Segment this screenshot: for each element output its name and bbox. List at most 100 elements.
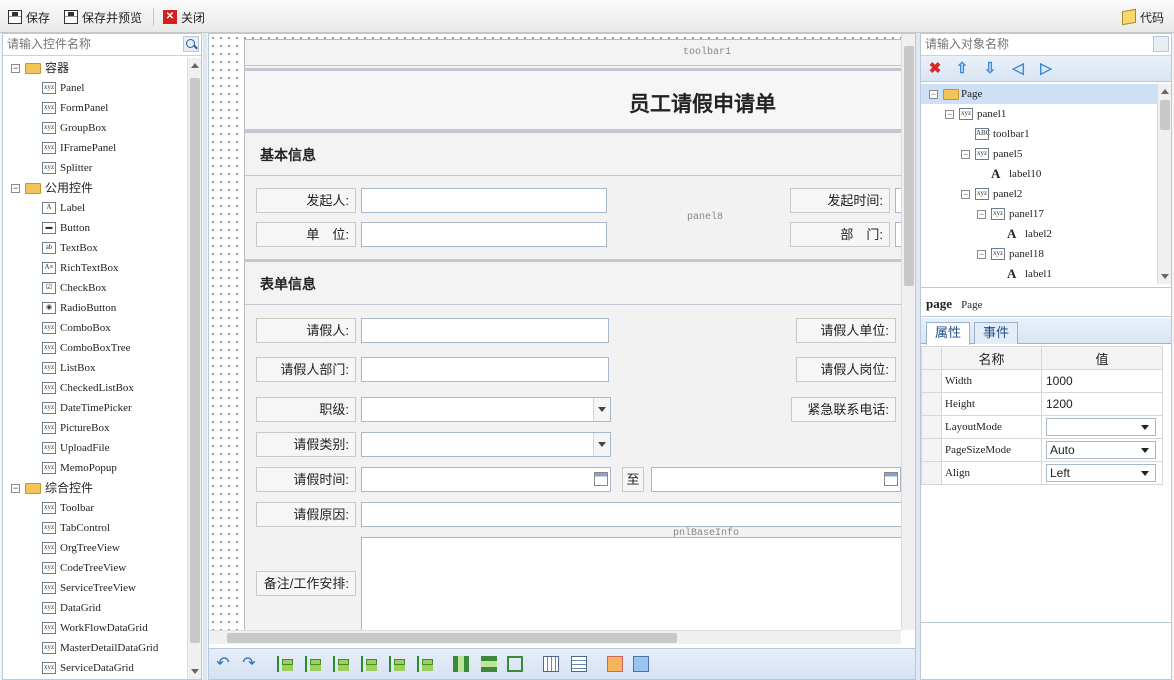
property-value[interactable]: 1200: [1041, 392, 1163, 416]
design-canvas[interactable]: toolbar1 员工请假申请单 基本信息 panel8 发起人: 发起时间: …: [209, 34, 901, 630]
control-item[interactable]: xyz UploadFile: [3, 438, 187, 458]
align-middle-icon[interactable]: [389, 656, 405, 672]
object-tree-node[interactable]: Alabel10: [921, 164, 1157, 184]
align-center-icon[interactable]: [305, 656, 321, 672]
control-group[interactable]: − 公用控件: [3, 178, 187, 198]
property-row[interactable]: Width 1000: [921, 369, 1163, 393]
collapse-icon[interactable]: −: [929, 90, 938, 99]
canvas-vscrollbar[interactable]: [901, 34, 915, 630]
object-tree-scroll-thumb[interactable]: [1160, 100, 1170, 130]
property-row[interactable]: PageSizeMode Auto: [921, 438, 1163, 462]
reason-input[interactable]: [361, 502, 901, 527]
canvas-hscrollbar[interactable]: [209, 630, 901, 644]
object-tree-node[interactable]: ABC toolbar1: [921, 124, 1157, 144]
scrollbar-thumb[interactable]: [190, 78, 200, 643]
align-right-icon[interactable]: [333, 656, 349, 672]
object-search-input[interactable]: [921, 34, 1149, 54]
leave-start-date[interactable]: [361, 467, 611, 492]
applicant-input[interactable]: [361, 318, 609, 343]
control-item[interactable]: xyz GroupBox: [3, 118, 187, 138]
object-tree-node[interactable]: − xyz panel1: [921, 104, 1157, 124]
same-height-icon[interactable]: [481, 656, 497, 672]
left-splitter[interactable]: [203, 33, 207, 680]
h-spacing-icon[interactable]: [543, 656, 559, 672]
collapse-icon[interactable]: −: [945, 110, 954, 119]
control-item[interactable]: xyz OrgTreeView: [3, 538, 187, 558]
property-row[interactable]: LayoutMode: [921, 415, 1163, 439]
move-down-icon[interactable]: ⇩: [982, 61, 998, 77]
section-form-band[interactable]: 表单信息: [245, 259, 901, 305]
close-button[interactable]: ✕ 关闭: [163, 8, 205, 26]
search-icon[interactable]: [1153, 36, 1169, 52]
leave-type-select[interactable]: [361, 432, 611, 457]
object-tree-node[interactable]: − xyz panel2: [921, 184, 1157, 204]
control-item[interactable]: xyz Toolbar: [3, 498, 187, 518]
code-button[interactable]: 代码: [1122, 8, 1164, 26]
control-item[interactable]: ◉ RadioButton: [3, 298, 187, 318]
initiator-input[interactable]: [361, 188, 607, 213]
property-value-select[interactable]: [1046, 418, 1156, 436]
property-row[interactable]: Align Left: [921, 461, 1163, 485]
title-band[interactable]: 员工请假申请单: [245, 68, 901, 130]
control-item[interactable]: xyz MemoPopup: [3, 458, 187, 478]
bring-front-icon[interactable]: [607, 656, 623, 672]
control-item[interactable]: A≡ RichTextBox: [3, 258, 187, 278]
control-group[interactable]: − 综合控件: [3, 478, 187, 498]
undo-icon[interactable]: ↶: [215, 656, 231, 672]
move-left-icon[interactable]: ◁: [1010, 61, 1026, 77]
same-size-icon[interactable]: [507, 656, 523, 672]
control-item[interactable]: xyz IFramePanel: [3, 138, 187, 158]
collapse-icon[interactable]: −: [961, 190, 970, 199]
control-item[interactable]: xyz PictureBox: [3, 418, 187, 438]
property-value[interactable]: Auto: [1041, 438, 1163, 462]
scroll-down-icon[interactable]: [191, 669, 199, 674]
collapse-icon[interactable]: −: [11, 184, 20, 193]
send-back-icon[interactable]: [633, 656, 649, 672]
control-item[interactable]: xyz MasterDetailDataGrid: [3, 638, 187, 658]
scroll-up-icon[interactable]: [191, 63, 199, 68]
toolbar1-band[interactable]: toolbar1: [245, 40, 901, 66]
move-right-icon[interactable]: ▷: [1038, 61, 1054, 77]
object-tree-node[interactable]: − Page: [921, 84, 1157, 104]
collapse-icon[interactable]: −: [977, 210, 986, 219]
control-group[interactable]: − 容器: [3, 58, 187, 78]
object-tree-node[interactable]: Alabel1: [921, 264, 1157, 284]
delete-icon[interactable]: ✖: [927, 61, 943, 77]
control-item[interactable]: ab TextBox: [3, 238, 187, 258]
canvas-hscroll-thumb[interactable]: [227, 633, 677, 643]
control-item[interactable]: xyz CheckedListBox: [3, 378, 187, 398]
palette-scrollbar[interactable]: [187, 58, 201, 679]
align-top-icon[interactable]: [361, 656, 377, 672]
scroll-up-icon[interactable]: [1161, 89, 1169, 94]
collapse-icon[interactable]: −: [11, 64, 20, 73]
property-value-select[interactable]: Auto: [1046, 441, 1156, 459]
collapse-icon[interactable]: −: [977, 250, 986, 259]
remark-textarea[interactable]: [361, 537, 901, 630]
object-tree-scrollbar[interactable]: [1157, 84, 1171, 284]
control-item[interactable]: ☑ CheckBox: [3, 278, 187, 298]
applicant-dept-input[interactable]: [361, 357, 609, 382]
collapse-icon[interactable]: −: [11, 484, 20, 493]
control-item[interactable]: xyz WorkFlowDataGrid: [3, 618, 187, 638]
control-search-input[interactable]: [3, 34, 179, 54]
property-value-select[interactable]: Left: [1046, 464, 1156, 482]
align-bottom-icon[interactable]: [417, 656, 433, 672]
save-preview-button[interactable]: 保存并预览: [64, 8, 142, 26]
canvas-vscroll-thumb[interactable]: [904, 46, 914, 286]
tab-events[interactable]: 事件: [974, 322, 1019, 344]
section-basic-band[interactable]: 基本信息: [245, 130, 901, 176]
control-item[interactable]: xyz Panel: [3, 78, 187, 98]
control-item[interactable]: xyz ComboBox: [3, 318, 187, 338]
object-tree-node[interactable]: Alabel2: [921, 224, 1157, 244]
control-item[interactable]: xyz FormPanel: [3, 98, 187, 118]
form-page[interactable]: toolbar1 员工请假申请单 基本信息 panel8 发起人: 发起时间: …: [244, 39, 901, 630]
unit-input[interactable]: [361, 222, 607, 247]
search-icon[interactable]: [183, 36, 199, 52]
property-value[interactable]: 1000: [1041, 369, 1163, 393]
property-row[interactable]: Height 1200: [921, 392, 1163, 416]
object-tree-node[interactable]: − xyz panel5: [921, 144, 1157, 164]
control-item[interactable]: xyz ServiceDataGrid: [3, 658, 187, 678]
align-left-icon[interactable]: [277, 656, 293, 672]
control-item[interactable]: A Label: [3, 198, 187, 218]
control-item[interactable]: xyz ListBox: [3, 358, 187, 378]
